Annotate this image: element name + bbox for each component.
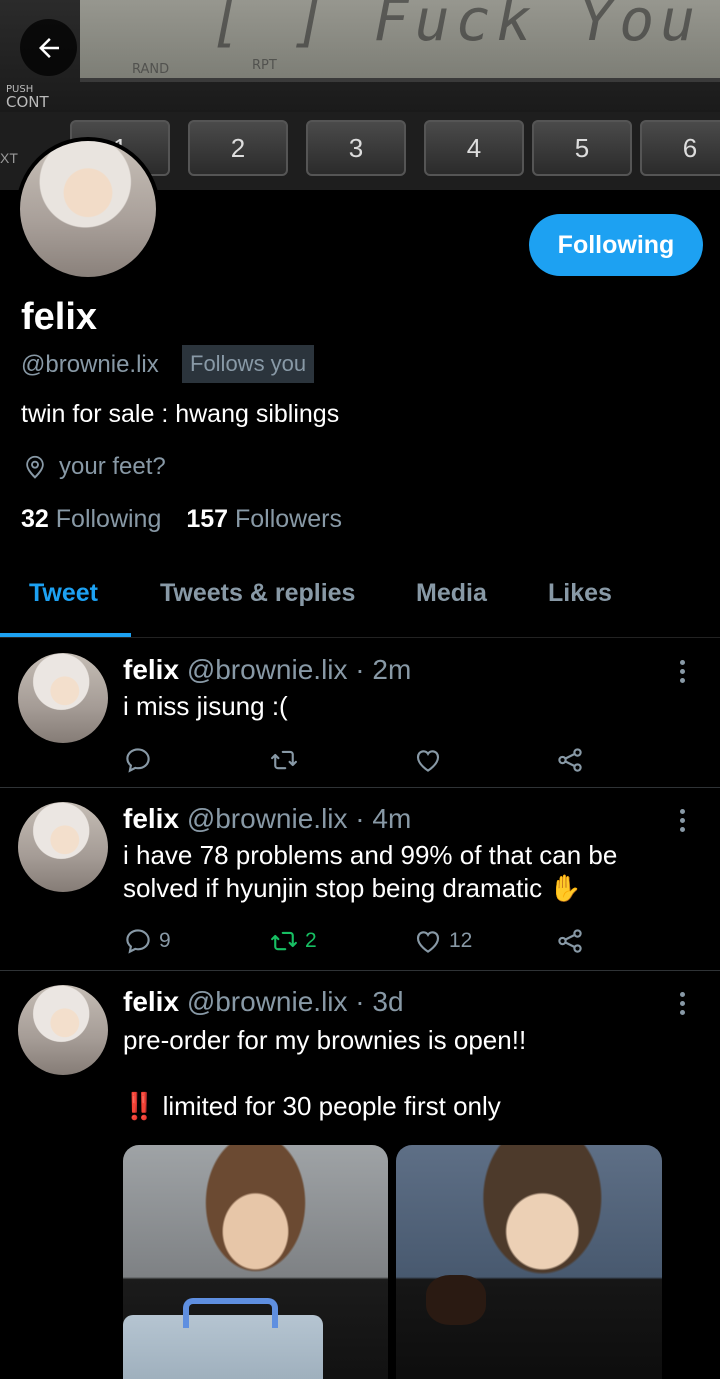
more-dot-icon xyxy=(680,1001,685,1006)
tweet-author-handle: @brownie.lix xyxy=(186,654,348,685)
more-dot-icon xyxy=(680,827,685,832)
banner-preset-2: 2 xyxy=(188,120,288,176)
follows-you-badge: Follows you xyxy=(182,345,315,383)
brownie xyxy=(426,1275,486,1325)
banner-ext-label: XT xyxy=(0,150,18,166)
profile-stats: 32 Following 157 Followers xyxy=(21,505,342,534)
active-tab-indicator xyxy=(0,633,131,637)
banner-preset-6: 6 xyxy=(640,120,720,176)
tweet-header: felix @brownie.lix · 2m xyxy=(123,654,411,686)
profile-avatar[interactable] xyxy=(16,137,160,281)
banner-preset-3: 3 xyxy=(306,120,406,176)
tweet-avatar[interactable] xyxy=(18,802,108,892)
tweet-media-image[interactable] xyxy=(396,1145,662,1379)
more-dot-icon xyxy=(680,660,685,665)
tweet-author-handle: @brownie.lix xyxy=(186,986,348,1017)
tab-tweets[interactable]: Tweet xyxy=(29,579,98,608)
following-label: Following xyxy=(55,505,162,533)
tweet-time: · 4m xyxy=(355,803,412,834)
like-button[interactable]: 12 xyxy=(413,926,472,956)
banner-preset-5: 5 xyxy=(532,120,632,176)
more-dot-icon xyxy=(680,669,685,674)
banner-preset-4: 4 xyxy=(424,120,524,176)
retweet-icon xyxy=(271,750,297,770)
tweet-header: felix @brownie.lix · 4m xyxy=(123,803,411,835)
tweet-avatar[interactable] xyxy=(18,985,108,1075)
tweet-actions xyxy=(123,745,593,777)
reply-button[interactable] xyxy=(123,745,153,775)
following-button[interactable]: Following xyxy=(529,214,703,276)
tweet-item[interactable]: felix @brownie.lix · 4m i have 78 proble… xyxy=(0,789,720,971)
banner-push-cont: PUSH CONT xyxy=(6,84,49,111)
profile-location: your feet? xyxy=(21,453,166,481)
tweet-time: · 3d xyxy=(355,986,404,1017)
tab-media[interactable]: Media xyxy=(416,579,487,608)
reply-icon xyxy=(126,748,150,773)
retweet-button[interactable] xyxy=(269,745,299,775)
banner-cont-label: CONT xyxy=(6,93,49,111)
tweet-more-button[interactable] xyxy=(680,809,688,836)
tweet-more-button[interactable] xyxy=(680,660,688,687)
more-dot-icon xyxy=(680,992,685,997)
profile-location-text: your feet? xyxy=(59,453,166,480)
tweet-author-handle: @brownie.lix xyxy=(186,803,348,834)
tweet-text: i miss jisung :( xyxy=(123,691,288,721)
followers-stat[interactable]: 157 Followers xyxy=(186,505,342,533)
reply-count: 9 xyxy=(159,929,171,952)
tweet-author-name: felix xyxy=(123,654,180,685)
tweet-media-image[interactable] xyxy=(123,1145,388,1379)
followers-label: Followers xyxy=(235,505,342,533)
tweet-author-name: felix xyxy=(123,803,180,834)
banner-lcd-display: [ ] Fuck You RAND RPT xyxy=(80,0,720,82)
more-dot-icon xyxy=(680,1010,685,1015)
followers-count: 157 xyxy=(186,505,229,533)
reply-button[interactable]: 9 xyxy=(123,926,171,956)
more-dot-icon xyxy=(680,809,685,814)
tweet-text-line2: ‼️ limited for 30 people first only xyxy=(123,1091,501,1121)
heart-icon xyxy=(416,931,440,953)
container-handle xyxy=(183,1298,278,1328)
tweet-time: · 2m xyxy=(355,654,412,685)
back-button[interactable] xyxy=(20,19,77,76)
arrow-left-icon xyxy=(38,37,59,58)
tab-tweets-replies[interactable]: Tweets & replies xyxy=(160,579,355,608)
tweet-actions: 9 2 12 xyxy=(123,926,593,958)
tweet-header: felix @brownie.lix · 3d xyxy=(123,986,404,1018)
retweet-count: 2 xyxy=(305,929,317,952)
tweet-author-name: felix xyxy=(123,986,180,1017)
profile-bio: twin for sale : hwang siblings xyxy=(21,400,340,428)
location-pin-icon xyxy=(26,455,44,479)
profile-tabs: Tweet Tweets & replies Media Likes xyxy=(0,560,720,638)
following-stat[interactable]: 32 Following xyxy=(21,505,161,533)
share-button[interactable] xyxy=(555,926,585,956)
share-button[interactable] xyxy=(555,745,585,775)
more-dot-icon xyxy=(680,678,685,683)
reply-icon xyxy=(126,929,150,954)
share-icon xyxy=(558,929,582,953)
heart-icon xyxy=(416,750,440,772)
more-dot-icon xyxy=(680,818,685,823)
following-count: 32 xyxy=(21,505,49,533)
like-button[interactable] xyxy=(413,745,443,775)
banner-rand-label: RAND xyxy=(132,62,170,77)
profile-handle: @brownie.lix xyxy=(21,351,159,378)
tweet-item[interactable]: felix @brownie.lix · 2m i miss jisung :( xyxy=(0,640,720,788)
tweet-text: i have 78 problems and 99% of that can b… xyxy=(123,840,618,903)
retweet-button[interactable]: 2 xyxy=(269,926,317,956)
banner-lcd-text: [ ] Fuck You xyxy=(210,0,702,54)
retweet-icon xyxy=(271,931,297,951)
banner-rpt-label: RPT xyxy=(252,58,277,73)
share-icon xyxy=(558,748,582,772)
profile-name: felix xyxy=(21,296,98,338)
tweet-more-button[interactable] xyxy=(680,992,688,1019)
tab-likes[interactable]: Likes xyxy=(548,579,612,608)
like-count: 12 xyxy=(449,929,473,952)
tweet-text: pre-order for my brownies is open!! xyxy=(123,1025,527,1055)
tweet-avatar[interactable] xyxy=(18,653,108,743)
